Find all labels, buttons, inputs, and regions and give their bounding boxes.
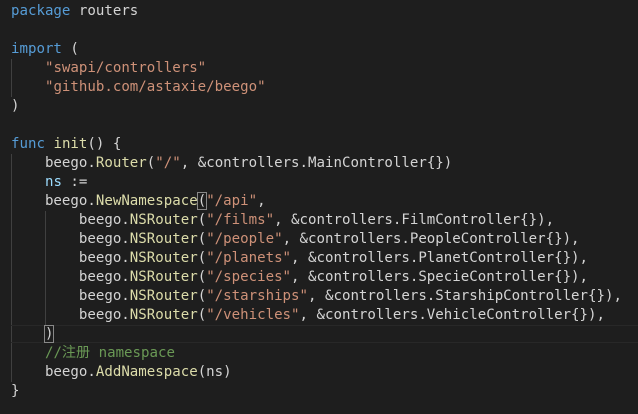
code-token: ( xyxy=(61,41,79,57)
code-token: NSRouter xyxy=(129,288,198,304)
code-token: , &controllers.PlanetController{}), xyxy=(291,250,589,266)
code-token: NSRouter xyxy=(129,307,198,323)
code-token: "/" xyxy=(155,155,181,171)
code-token: beego. xyxy=(11,288,130,304)
code-token: NSRouter xyxy=(129,269,198,285)
code-token: (ns) xyxy=(197,364,232,380)
code-token: ( xyxy=(197,212,207,228)
code-line[interactable]: ) xyxy=(11,325,55,344)
code-token: import xyxy=(11,41,62,57)
current-line-highlight xyxy=(11,325,638,343)
code-token: } xyxy=(11,383,20,399)
code-token: routers xyxy=(70,3,139,19)
code-line[interactable]: ) xyxy=(11,97,20,116)
code-token: ( xyxy=(146,155,156,171)
code-token: NSRouter xyxy=(129,212,198,228)
code-line[interactable]: "github.com/astaxie/beego" xyxy=(11,78,266,97)
code-token: func xyxy=(11,136,45,152)
code-token: beego. xyxy=(11,155,96,171)
code-line[interactable]: import ( xyxy=(11,40,79,59)
code-line[interactable]: } xyxy=(11,382,20,401)
code-line[interactable]: beego.NSRouter("/films", &controllers.Fi… xyxy=(11,211,554,230)
code-token: "/vehicles" xyxy=(206,307,300,323)
code-token: "swapi/controllers" xyxy=(44,60,207,76)
code-line[interactable]: //注册 namespace xyxy=(11,344,175,363)
code-token: init xyxy=(53,136,88,152)
code-token: ( xyxy=(197,288,207,304)
code-token: , &controllers.VehicleController{}), xyxy=(299,307,605,323)
code-token: beego. xyxy=(11,212,130,228)
code-token: beego. xyxy=(11,364,96,380)
code-token: , &controllers.StarshipController{}), xyxy=(308,288,622,304)
code-line[interactable]: beego.AddNamespace(ns) xyxy=(11,363,232,382)
code-token: NSRouter xyxy=(129,250,198,266)
code-token: , &controllers.MainController{}) xyxy=(180,155,453,171)
code-line[interactable]: beego.Router("/", &controllers.MainContr… xyxy=(11,154,452,173)
code-token: NewNamespace xyxy=(95,193,198,209)
matching-bracket: ( xyxy=(196,192,208,210)
code-token: beego. xyxy=(11,307,130,323)
code-line[interactable]: ns := xyxy=(11,173,87,192)
code-token: beego. xyxy=(11,269,130,285)
matching-bracket: ) xyxy=(44,325,55,343)
code-token: , &controllers.SpecieController{}), xyxy=(291,269,589,285)
code-token: "/api" xyxy=(206,193,258,209)
code-token: //注册 namespace xyxy=(44,345,175,361)
code-token: ( xyxy=(197,269,207,285)
code-token: "/films" xyxy=(206,212,275,228)
code-token: "/starships" xyxy=(206,288,309,304)
code-token: , &controllers.PeopleController{}), xyxy=(282,231,580,247)
code-line[interactable]: beego.NewNamespace("/api", xyxy=(11,192,266,211)
code-token: package xyxy=(11,3,71,19)
code-line[interactable]: "swapi/controllers" xyxy=(11,59,206,78)
code-token: AddNamespace xyxy=(95,364,198,380)
code-line[interactable]: beego.NSRouter("/planets", &controllers.… xyxy=(11,249,588,268)
code-token: ns xyxy=(44,174,62,190)
code-token: beego. xyxy=(11,250,130,266)
code-token: , &controllers.FilmController{}), xyxy=(274,212,555,228)
code-line[interactable]: beego.NSRouter("/vehicles", &controllers… xyxy=(11,306,605,325)
code-token: ( xyxy=(197,250,207,266)
code-line[interactable]: func init() { xyxy=(11,135,121,154)
code-token: , xyxy=(257,193,266,209)
code-token: := xyxy=(61,174,88,190)
code-line[interactable]: package routers xyxy=(11,2,138,21)
code-token: () { xyxy=(87,136,122,152)
code-token: beego. xyxy=(11,231,130,247)
code-token: NSRouter xyxy=(129,231,198,247)
code-token: ( xyxy=(197,231,207,247)
code-line[interactable]: beego.NSRouter("/species", &controllers.… xyxy=(11,268,588,287)
code-token: ) xyxy=(11,98,20,114)
code-token: ( xyxy=(197,307,207,323)
code-line[interactable]: beego.NSRouter("/starships", &controller… xyxy=(11,287,622,306)
code-token: "/people" xyxy=(206,231,283,247)
code-editor[interactable]: package routers import ( "swapi/controlle… xyxy=(0,0,638,414)
code-token: Router xyxy=(95,155,147,171)
code-token: "/species" xyxy=(206,269,292,285)
code-token: "github.com/astaxie/beego" xyxy=(44,79,266,95)
code-token: "/planets" xyxy=(206,250,292,266)
code-token: beego. xyxy=(11,193,96,209)
code-line[interactable]: beego.NSRouter("/people", &controllers.P… xyxy=(11,230,580,249)
